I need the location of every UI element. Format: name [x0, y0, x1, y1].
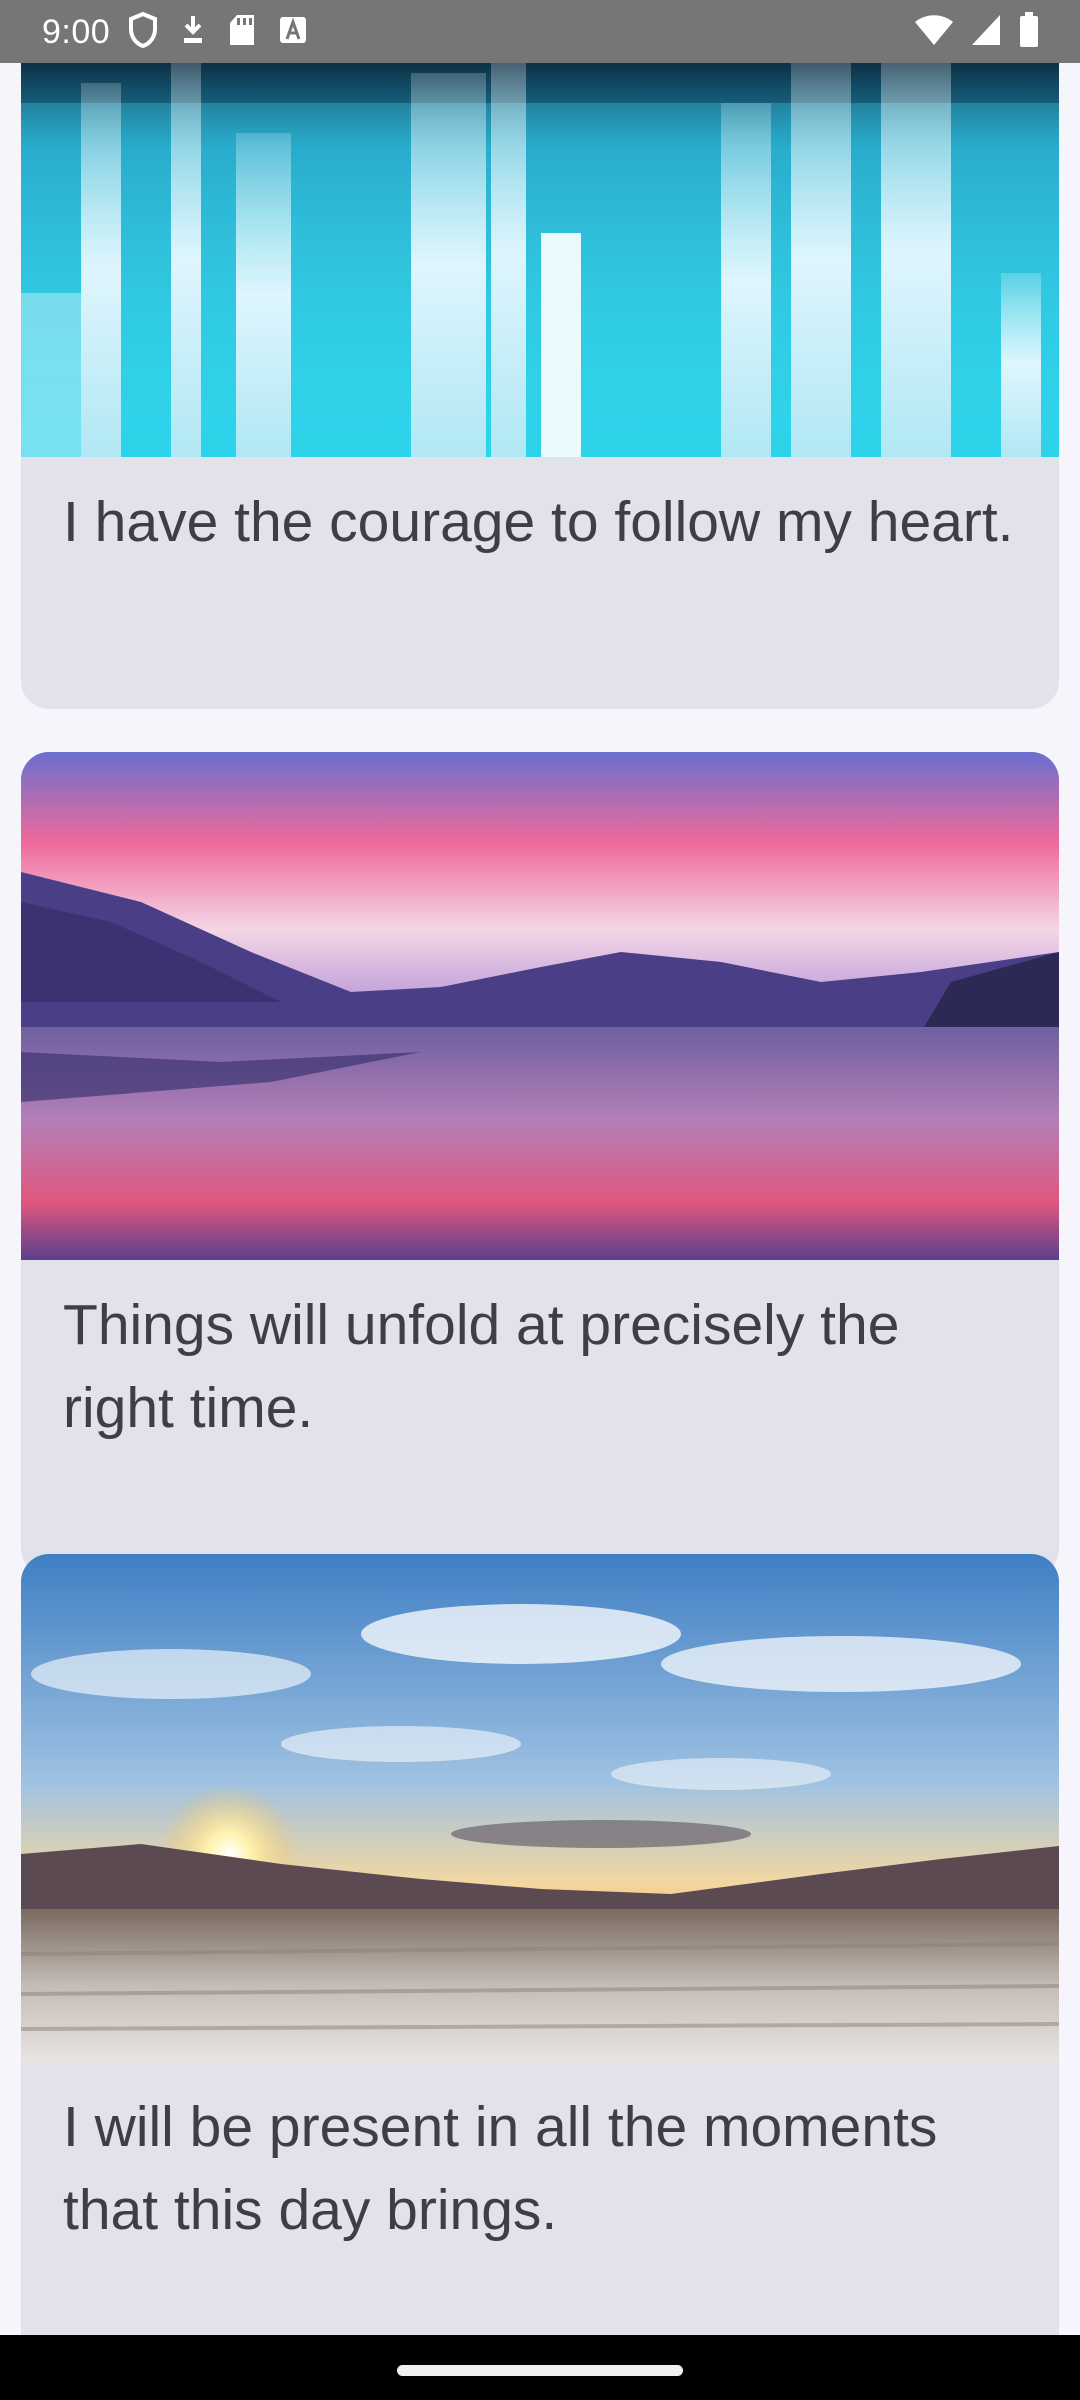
status-time: 9:00	[42, 13, 111, 51]
shield-icon	[128, 11, 158, 53]
affirmation-list[interactable]: I have the courage to follow my heart. T…	[0, 63, 1080, 2335]
affirmation-image	[21, 752, 1059, 1260]
affirmation-card[interactable]: Things will unfold at precisely the righ…	[21, 752, 1059, 1576]
download-icon	[180, 13, 206, 52]
status-right-icons	[914, 12, 1040, 53]
cell-signal-icon	[970, 13, 1002, 52]
home-gesture-handle[interactable]	[397, 2365, 683, 2376]
affirmation-card[interactable]: I have the courage to follow my heart.	[21, 63, 1059, 709]
affirmation-image	[21, 63, 1059, 457]
affirmation-text: I will be present in all the moments tha…	[63, 2095, 938, 2242]
navigation-bar	[0, 2335, 1080, 2400]
status-bar: 9:00	[0, 0, 1080, 63]
status-left-icons	[128, 11, 308, 53]
affirmation-text: I have the courage to follow my heart.	[63, 490, 1014, 554]
sd-card-icon	[228, 13, 256, 52]
affirmation-image	[21, 1554, 1059, 2062]
wifi-icon	[914, 13, 954, 52]
affirmation-card[interactable]: I will be present in all the moments tha…	[21, 1554, 1059, 2335]
battery-icon	[1018, 12, 1040, 53]
font-a-icon	[278, 15, 308, 50]
affirmation-text: Things will unfold at precisely the righ…	[63, 1293, 900, 1440]
